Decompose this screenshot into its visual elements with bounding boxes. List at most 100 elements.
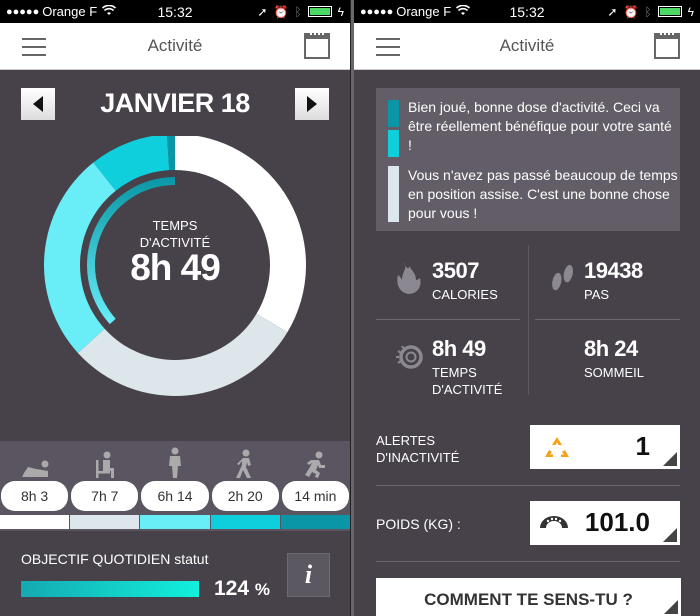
stat-sleep: 8h 24 SOMMEIL <box>528 320 678 400</box>
activity-screen-left: ●●●●● Orange F 15:32 ➚ ⏰ ᛒ ϟ Activité JA… <box>0 0 350 616</box>
location-arrow-icon: ➚ <box>607 4 618 19</box>
donut-segment-sitting <box>77 313 288 397</box>
inactivity-label-line-1: ALERTES <box>376 433 436 448</box>
feedback-message: Bien joué, bonne dose d'activité. Ceci v… <box>408 99 672 153</box>
activity-sun-icon <box>396 345 423 369</box>
signal-strength-icon: ●●●●● <box>6 5 40 18</box>
nav-bar: Activité <box>354 23 700 70</box>
active-time-value: 8h 49 <box>432 336 486 361</box>
goal-percent-value: 124 <box>214 577 250 600</box>
scale-icon <box>540 516 568 528</box>
weight-label: POIDS (KG) : <box>376 516 461 532</box>
lying-icon <box>0 441 70 481</box>
donut-label-line-1: TEMPS <box>152 218 198 233</box>
legend-sitting <box>70 515 140 529</box>
inactivity-label-line-2: D'INACTIVITÉ <box>376 450 460 465</box>
stat-steps: 19438 PAS <box>528 240 678 320</box>
menu-icon[interactable] <box>376 38 400 56</box>
next-month-button[interactable] <box>295 88 329 120</box>
weight-value: 101.0 <box>584 507 650 537</box>
moon-icon <box>552 344 570 369</box>
inactivity-alerts-value: 1 <box>635 431 650 461</box>
bluetooth-icon: ᛒ <box>644 4 652 19</box>
edit-corner-icon <box>664 600 678 614</box>
battery-icon <box>657 6 682 17</box>
separator <box>376 561 680 562</box>
stat-active-time: 8h 49 TEMPS D'ACTIVITÉ <box>376 320 526 400</box>
bluetooth-icon: ᛒ <box>294 4 302 19</box>
charging-icon: ϟ <box>687 4 694 19</box>
menu-icon[interactable] <box>22 38 46 56</box>
goal-progress-bar <box>21 581 199 597</box>
calories-label: CALORIES <box>432 287 498 302</box>
page-title: Activité <box>499 36 555 55</box>
message-color-bar <box>388 166 399 222</box>
message-color-bar <box>388 100 399 127</box>
inactivity-alert-icon <box>545 437 569 457</box>
signal-strength-icon: ●●●●● <box>360 5 394 18</box>
feedback-message: Vous n'avez pas passé beaucoup de temps … <box>408 167 678 221</box>
weight-field[interactable]: 101.0 <box>530 501 680 545</box>
inactivity-alerts-label: ALERTES D'INACTIVITÉ <box>376 432 459 466</box>
clock: 15:32 <box>157 3 193 20</box>
message-color-bar <box>388 130 399 157</box>
duration-running: 14 min <box>281 481 350 511</box>
activity-screen-right: ●●●●● Orange F 15:32 ➚ ⏰ ᛒ ϟ Activité Bi… <box>354 0 700 616</box>
daily-goal-section: OBJECTIF QUOTIDIEN statut 124 % i <box>0 531 350 616</box>
how-do-you-feel-label: COMMENT TE SENS-TU ? <box>424 590 633 609</box>
page-title: Activité <box>147 36 203 55</box>
location-arrow-icon: ➚ <box>257 4 268 19</box>
activity-breakdown: 8h 3 7h 7 6h 14 2h 20 14 min <box>0 441 350 531</box>
active-time-label-line-1: TEMPS <box>432 365 477 380</box>
calendar-icon[interactable] <box>654 33 680 59</box>
standing-icon <box>140 441 210 481</box>
nav-bar: Activité <box>0 23 350 70</box>
calendar-icon[interactable] <box>304 33 330 59</box>
footprints-icon <box>552 264 573 291</box>
duration-standing: 6h 14 <box>141 481 209 511</box>
stat-calories: 3507 CALORIES <box>376 240 526 320</box>
wifi-icon <box>456 4 471 19</box>
month-selector: JANVIER 18 <box>0 70 350 136</box>
activity-icons-row <box>0 441 350 481</box>
walking-icon <box>210 441 280 481</box>
status-bar: ●●●●● Orange F 15:32 ➚ ⏰ ᛒ ϟ <box>0 0 350 23</box>
goal-title: OBJECTIF QUOTIDIEN statut <box>21 551 209 567</box>
donut-center-value: 8h 49 <box>130 247 221 288</box>
alarm-icon: ⏰ <box>623 4 639 19</box>
status-bar: ●●●●● Orange F 15:32 ➚ ⏰ ᛒ ϟ <box>354 0 700 23</box>
donut-center-label: TEMPS D'ACTIVITÉ <box>0 217 350 251</box>
active-time-label: TEMPS D'ACTIVITÉ <box>432 364 502 398</box>
goal-percent-sign: % <box>254 580 271 599</box>
duration-lying: 8h 3 <box>1 481 69 511</box>
legend-running <box>280 515 350 529</box>
goal-percentage: 124 % <box>214 577 270 601</box>
sleep-value: 8h 24 <box>584 336 638 361</box>
duration-sitting: 7h 7 <box>71 481 139 511</box>
steps-value: 19438 <box>584 258 643 283</box>
separator <box>376 485 680 486</box>
activity-donut-chart: TEMPS D'ACTIVITÉ 8h 49 <box>0 134 350 401</box>
running-icon <box>280 441 350 481</box>
carrier-label: Orange F <box>396 4 452 19</box>
steps-label: PAS <box>584 287 610 302</box>
alarm-icon: ⏰ <box>273 4 289 19</box>
edit-corner-icon <box>663 452 677 466</box>
info-button[interactable]: i <box>287 553 330 597</box>
legend-lying <box>0 515 70 529</box>
inactivity-alerts-field[interactable]: 1 <box>530 425 680 469</box>
sleep-label: SOMMEIL <box>584 365 644 380</box>
carrier-label: Orange F <box>42 4 98 19</box>
battery-icon <box>307 6 332 17</box>
wifi-icon <box>102 4 117 19</box>
sitting-icon <box>70 441 140 481</box>
activity-color-legend <box>0 515 350 529</box>
clock: 15:32 <box>509 3 545 20</box>
flame-icon <box>397 262 421 294</box>
legend-standing <box>140 515 210 529</box>
active-time-label-line-2: D'ACTIVITÉ <box>432 382 503 397</box>
arrow-right-icon <box>307 96 317 112</box>
how-do-you-feel-button[interactable]: COMMENT TE SENS-TU ? <box>376 578 681 616</box>
calories-value: 3507 <box>432 258 479 283</box>
duration-walking: 2h 20 <box>211 481 279 511</box>
